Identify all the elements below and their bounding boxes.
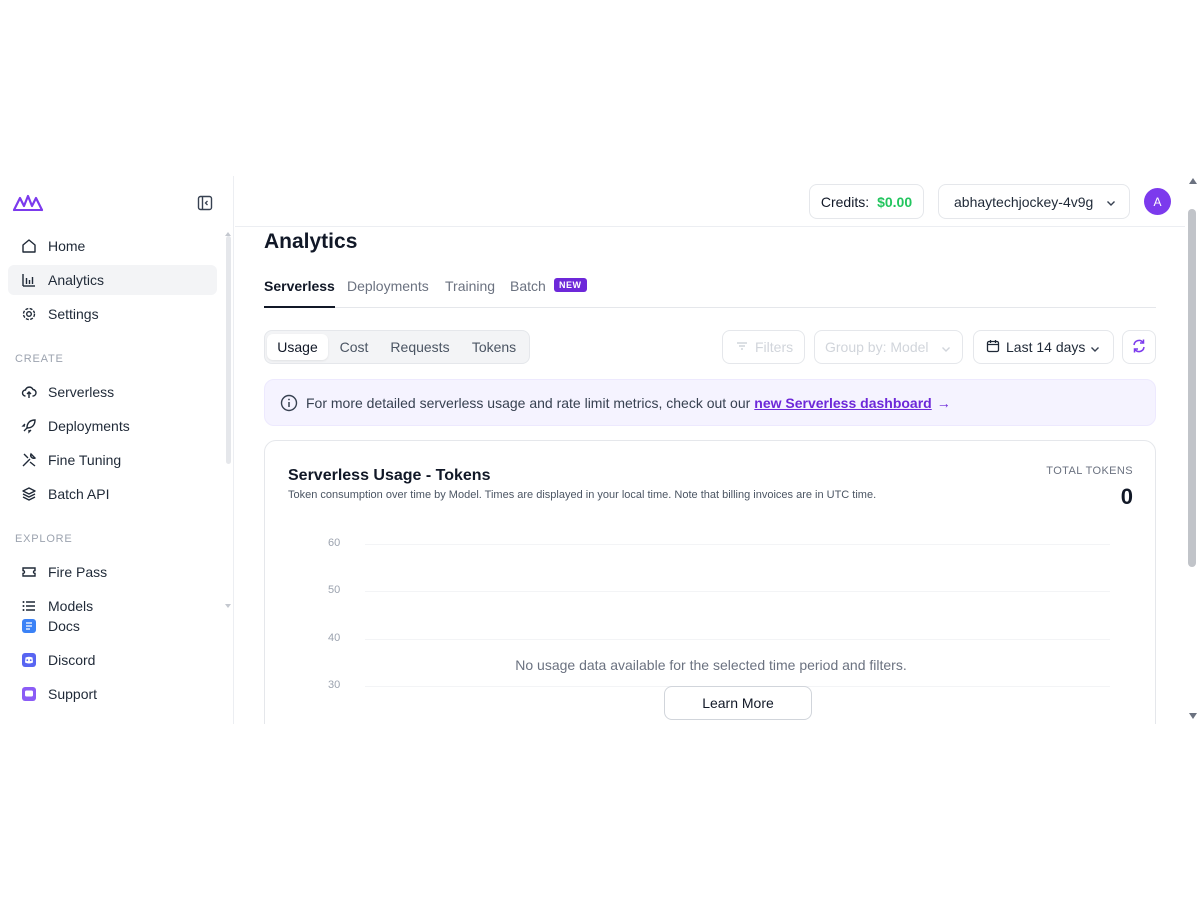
ticket-icon — [20, 563, 38, 581]
sidebar-item-serverless[interactable]: Serverless — [8, 377, 217, 407]
discord-icon — [20, 651, 38, 669]
docs-icon — [20, 617, 38, 635]
credits-label: Credits: — [820, 193, 870, 210]
main-content: Analytics Serverless Deployments Trainin… — [235, 228, 1185, 724]
arrow-right-icon: → — [936, 394, 951, 411]
card-title: Serverless Usage - Tokens — [288, 467, 491, 484]
grid-line — [365, 544, 1110, 545]
sidebar-item-analytics[interactable]: Analytics — [8, 265, 217, 295]
learn-more-button[interactable]: Learn More — [664, 686, 812, 720]
tab-batch[interactable]: Batch — [510, 278, 546, 308]
grid-line — [365, 639, 1110, 640]
credits-badge[interactable]: Credits: $0.00 — [809, 184, 924, 219]
serverless-dashboard-notice: For more detailed serverless usage and r… — [264, 379, 1156, 426]
avatar[interactable]: A — [1144, 188, 1171, 215]
sidebar-item-label: Fire Pass — [48, 564, 108, 580]
segment-cost[interactable]: Cost — [330, 334, 378, 360]
account-name: abhaytechjockey-4v9g — [954, 193, 1094, 210]
filter-icon — [735, 339, 749, 356]
page-scrollbar[interactable] — [1186, 176, 1200, 724]
credits-value: $0.00 — [877, 193, 913, 210]
analytics-tabs: Serverless Deployments Training Batch NE… — [264, 274, 1156, 308]
sidebar-item-home[interactable]: Home — [8, 231, 217, 261]
y-axis-tick: 30 — [328, 679, 341, 691]
serverless-dashboard-link[interactable]: new Serverless dashboard — [754, 395, 931, 411]
sidebar-scroll-down-icon[interactable] — [225, 604, 231, 608]
gear-icon — [20, 305, 38, 323]
usage-chart-card: Serverless Usage - Tokens Token consumpt… — [264, 440, 1156, 724]
sidebar-item-label: Batch API — [48, 486, 110, 502]
new-badge: NEW — [554, 278, 587, 292]
sidebar-item-deployments[interactable]: Deployments — [8, 411, 217, 441]
fireworks-logo-icon[interactable] — [12, 194, 44, 212]
sidebar-item-label: Home — [48, 238, 86, 254]
info-icon — [280, 394, 298, 412]
rocket-icon — [20, 417, 38, 435]
scrollbar-thumb[interactable] — [1188, 209, 1196, 567]
topbar: Credits: $0.00 abhaytechjockey-4v9g A — [235, 176, 1185, 227]
segment-usage[interactable]: Usage — [267, 334, 328, 360]
grid-line — [365, 591, 1110, 592]
account-selector[interactable]: abhaytechjockey-4v9g — [938, 184, 1130, 219]
sidebar: Home Analytics Settings CREATE Serverles… — [0, 176, 234, 724]
segment-requests[interactable]: Requests — [381, 334, 459, 360]
y-axis-tick: 50 — [328, 584, 341, 596]
section-label-create: CREATE — [15, 353, 64, 365]
sidebar-item-label: Deployments — [48, 418, 130, 434]
tab-serverless[interactable]: Serverless — [264, 278, 335, 308]
card-subtitle: Token consumption over time by Model. Ti… — [288, 489, 877, 501]
segment-tokens[interactable]: Tokens — [462, 334, 526, 360]
refresh-icon — [1131, 338, 1147, 357]
bar-chart-icon — [20, 271, 38, 289]
app-window: Home Analytics Settings CREATE Serverles… — [0, 176, 1200, 724]
sidebar-item-support[interactable]: Support — [8, 679, 217, 709]
sidebar-item-label: Analytics — [48, 272, 105, 288]
group-by-label: Group by: Model — [825, 339, 929, 355]
tab-training[interactable]: Training — [445, 278, 495, 308]
cloud-upload-icon — [20, 383, 38, 401]
sidebar-item-settings[interactable]: Settings — [8, 299, 217, 329]
sidebar-item-label: Serverless — [48, 384, 115, 400]
y-axis-tick: 60 — [328, 537, 341, 549]
page-title: Analytics — [264, 230, 358, 253]
sidebar-item-label: Fine Tuning — [48, 452, 122, 468]
sidebar-item-label: Discord — [48, 652, 96, 668]
date-range-picker[interactable]: Last 14 days — [973, 330, 1114, 364]
chevron-down-icon — [1089, 342, 1101, 358]
sidebar-item-fire-pass[interactable]: Fire Pass — [8, 557, 217, 587]
notice-text: For more detailed serverless usage and r… — [306, 394, 751, 411]
total-tokens-label: TOTAL TOKENS — [1046, 465, 1133, 477]
home-icon — [20, 237, 38, 255]
empty-state-message: No usage data available for the selected… — [515, 657, 907, 673]
filters-button[interactable]: Filters — [722, 330, 805, 364]
chevron-down-icon — [1105, 196, 1117, 212]
tab-deployments[interactable]: Deployments — [347, 278, 429, 308]
group-by-select[interactable]: Group by: Model — [814, 330, 963, 364]
sidebar-item-label: Support — [48, 686, 98, 702]
sidebar-item-batch-api[interactable]: Batch API — [8, 479, 217, 509]
sidebar-item-docs[interactable]: Docs — [8, 611, 217, 641]
sidebar-collapse-icon[interactable] — [197, 195, 213, 211]
scroll-up-icon[interactable] — [1189, 178, 1197, 184]
metric-segmented-control: Usage Cost Requests Tokens — [264, 330, 530, 364]
filters-label: Filters — [755, 339, 794, 355]
sidebar-item-label: Docs — [48, 618, 80, 634]
sidebar-item-discord[interactable]: Discord — [8, 645, 217, 675]
sidebar-scrollbar[interactable] — [226, 236, 231, 464]
tools-icon — [20, 451, 38, 469]
layers-icon — [20, 485, 38, 503]
chevron-down-icon — [940, 342, 952, 358]
support-chat-icon — [20, 685, 38, 703]
date-range-label: Last 14 days — [1006, 339, 1086, 355]
sidebar-item-label: Settings — [48, 306, 99, 322]
calendar-icon — [986, 339, 1000, 356]
sidebar-item-fine-tuning[interactable]: Fine Tuning — [8, 445, 217, 475]
scroll-down-icon[interactable] — [1189, 713, 1197, 719]
total-tokens-value: 0 — [1120, 484, 1133, 509]
refresh-button[interactable] — [1122, 330, 1156, 364]
y-axis-tick: 40 — [328, 632, 341, 644]
section-label-explore: EXPLORE — [15, 533, 73, 545]
